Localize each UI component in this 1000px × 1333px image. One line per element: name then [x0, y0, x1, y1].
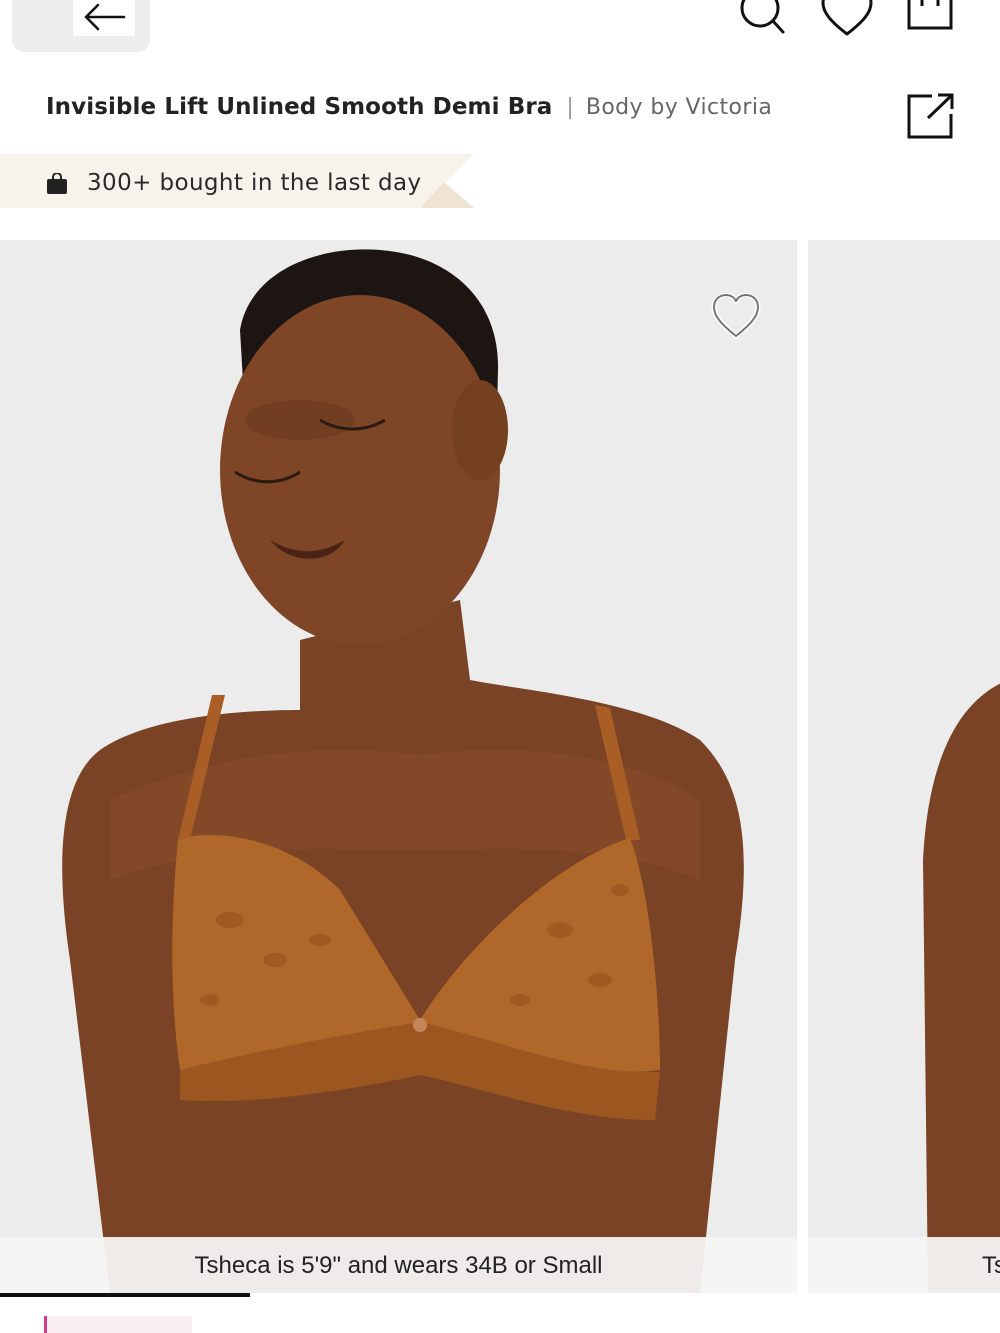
- arrow-left-icon: [73, 0, 135, 36]
- product-image-slide[interactable]: Tsheca is 5'9" and wears 34B or Small: [0, 240, 797, 1294]
- gallery-progress-track: [0, 1293, 1000, 1297]
- model-photo: [0, 240, 797, 1294]
- social-proof-banner: 300+ bought in the last day: [0, 154, 474, 210]
- brand-link[interactable]: Body by Victoria: [586, 95, 772, 120]
- product-image-gallery[interactable]: Tsheca is 5'9" and wears 34B or Small Ts: [0, 240, 1000, 1294]
- share-icon[interactable]: [906, 92, 956, 140]
- heart-icon[interactable]: [820, 0, 873, 38]
- heart-outline-icon[interactable]: [710, 292, 762, 341]
- product-title: Invisible Lift Unlined Smooth Demi Bra: [46, 94, 553, 120]
- product-title-row: Invisible Lift Unlined Smooth Demi Bra |…: [46, 94, 772, 120]
- shopping-bag-icon[interactable]: [904, 0, 956, 38]
- search-icon[interactable]: [736, 0, 788, 38]
- model-photo-partial: [808, 240, 1000, 1294]
- product-image-slide-next[interactable]: Ts: [808, 240, 1000, 1294]
- social-proof-text: 300+ bought in the last day: [87, 170, 422, 196]
- promo-badge: [44, 1316, 192, 1333]
- gallery-progress-fill: [0, 1293, 250, 1297]
- shopping-bag-icon: [46, 173, 68, 195]
- title-separator: |: [566, 94, 574, 120]
- back-button[interactable]: [12, 0, 150, 52]
- model-size-caption-next: Ts: [808, 1237, 1000, 1294]
- model-size-caption: Tsheca is 5'9" and wears 34B or Small: [0, 1237, 797, 1294]
